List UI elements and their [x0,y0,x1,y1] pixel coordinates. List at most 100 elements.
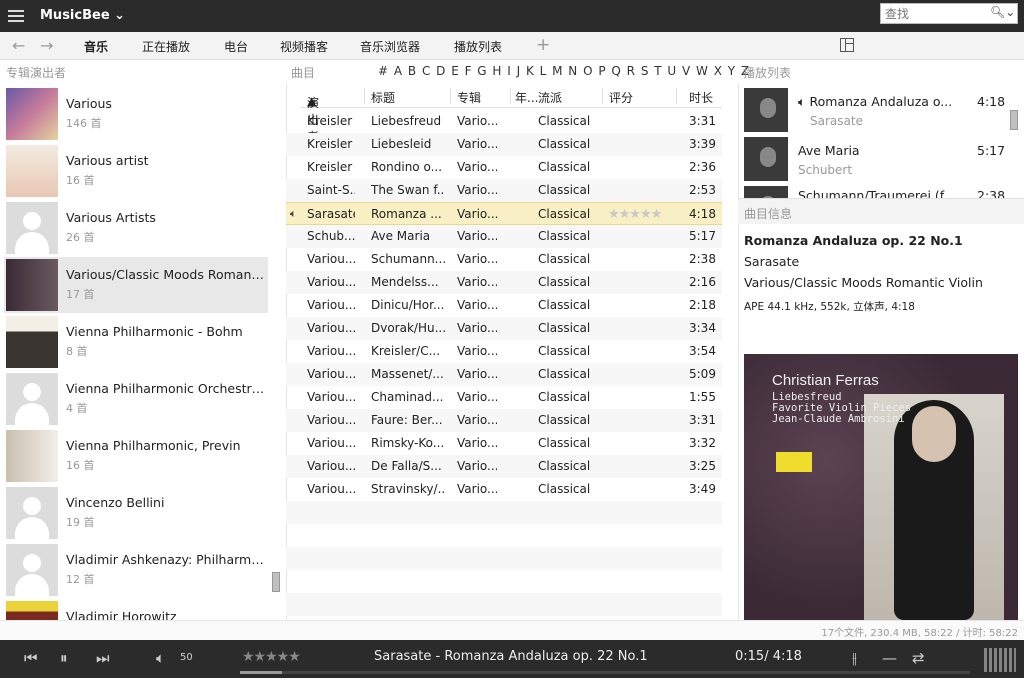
artist-item[interactable]: Various artist 16 首 [4,143,268,199]
table-row[interactable]: Variou... Mendelss... Vario... Classical 2:1… [286,271,722,294]
column-rating[interactable]: 评分 [609,89,633,106]
volume-icon[interactable]: 🔈︎ [156,649,165,667]
table-row[interactable]: Variou... Rimsky-Ko... Vario... Classical 3:… [286,432,722,455]
artist-item[interactable]: Vienna Philharmonic - Bohm 8 首 [4,314,268,370]
playlist-item[interactable]: Ave Maria Schubert 5:17 [744,137,1014,185]
tab-playlists[interactable]: 播放列表 [454,38,502,55]
table-row[interactable] [286,593,722,616]
cell-genre: Classical [538,321,591,335]
artist-item[interactable]: Vienna Philharmonic Orchestra - Solti 4 … [4,371,268,427]
playlist-item-title: 🔈︎ Romanza Andaluza o... [798,94,953,109]
tab-music-browser[interactable]: 音乐浏览器 [360,38,420,55]
column-duration[interactable]: 时长 [689,89,713,106]
cell-album: Vario... [457,367,497,381]
artist-item[interactable]: Vladimir Ashkenazy: Philharmonia Orchest… [4,542,268,598]
table-row[interactable]: Kreisler Liebesfreud Vario... Classical 3:31 [286,110,722,133]
column-genre[interactable]: 流派 [538,89,562,106]
table-row[interactable]: Saint-S... The Swan f... Vario... Classical… [286,179,722,202]
table-row[interactable]: Kreisler Rondino o... Vario... Classical 2:3… [286,156,722,179]
seek-bar[interactable] [240,671,970,674]
cell-title: Rimsky-Ko... [371,436,445,450]
table-row[interactable]: Variou... Dvorak/Hu... Vario... Classical 3:… [286,317,722,340]
cell-artist: Variou... [307,252,355,266]
artist-list-scrollbar[interactable] [272,572,280,592]
table-row[interactable]: Variou... Stravinsky/... Vario... Classical… [286,478,722,501]
cell-genre: Classical [538,390,591,404]
app-title-menu[interactable]: MusicBee ⌄ [40,8,125,23]
table-row-playing[interactable]: 🔈︎ ★★★★★ Sarasate Romanza ... Vario... Classi… [286,202,722,225]
playlist-item-duration: 5:17 [977,143,1006,158]
table-row[interactable]: Schub... Ave Maria Vario... Classical 5:17 [286,225,722,248]
table-row[interactable] [286,547,722,570]
next-icon[interactable]: ⏭︎ [96,649,110,667]
track-count: 16 首 [66,174,95,187]
tab-radio[interactable]: 电台 [224,38,248,55]
cell-genre: Classical [538,275,591,289]
cover-artist: Christian Ferras [772,372,879,389]
equalizer-icon[interactable]: ⫲ [852,649,857,667]
track-count: 12 首 [66,573,95,586]
alphabet-filter[interactable]: # A B C D E F G H I J K L M N O P Q R S … [378,64,750,78]
cell-genre: Classical [538,137,591,151]
forward-arrow-icon[interactable]: → [40,36,53,55]
artist-name: Various Artists [66,210,156,225]
table-row[interactable] [286,501,722,524]
search-icon[interactable]: 🔍︎⌄ [990,5,1015,19]
cell-title: Liebesfreud [371,114,442,128]
cell-duration: 2:36 [689,160,716,174]
table-row[interactable]: Kreisler Liebesleid Vario... Classical 3:39 [286,133,722,156]
playlist-item-artist: Schubert [798,163,853,177]
track-count: 146 首 [66,117,102,130]
cell-duration: 2:16 [689,275,716,289]
cell-album: Vario... [457,252,497,266]
artist-item[interactable]: Various 146 首 [4,86,268,142]
playlist-item-playing[interactable]: 🔈︎ Romanza Andaluza o... Sarasate 4:18 [744,88,1014,136]
column-title[interactable]: 标题 [371,89,395,106]
cell-duration: 4:18 [689,207,716,221]
column-year[interactable]: 年... [515,89,538,106]
playlist-scrollbar[interactable] [1010,110,1018,130]
cell-title: Dvorak/Hu... [371,321,445,335]
artist-name: Vienna Philharmonic - Bohm [66,324,243,339]
cell-duration: 3:49 [689,482,716,496]
volume-level[interactable]: 50 [180,652,193,663]
table-row[interactable]: Variou... Massenet/... Vario... Classical 5:… [286,363,722,386]
track-count: 17 首 [66,288,95,301]
layout-icon[interactable] [840,38,854,52]
table-row[interactable] [286,570,722,593]
tab-now-playing[interactable]: 正在播放 [142,38,190,55]
rating-stars[interactable]: ★★★★★ [242,649,301,665]
cell-duration: 5:17 [689,229,716,243]
table-row[interactable]: Variou... Chaminad... Vario... Classical 1:5… [286,386,722,409]
artist-item[interactable]: Various Artists 26 首 [4,200,268,256]
artist-item[interactable]: Vladimir Horowitz [4,599,268,620]
cell-genre: Classical [538,482,591,496]
album-art-thumb [6,430,58,482]
hamburger-menu-icon[interactable] [8,7,24,23]
artist-item[interactable]: Vienna Philharmonic, Previn 16 首 [4,428,268,484]
artist-item-selected[interactable]: Various/Classic Moods Romantic Violin 17… [4,257,268,313]
cell-album: Vario... [457,137,497,151]
table-row[interactable]: Variou... Kreisler/C... Vario... Classical 3… [286,340,722,363]
column-album[interactable]: 专辑 [457,89,481,106]
table-row[interactable]: Variou... Dinicu/Hor... Vario... Classical 2… [286,294,722,317]
playlist-item[interactable]: Schumann/Traumerei (f... 2:38 [744,186,1014,198]
add-tab-icon[interactable]: + [536,35,550,55]
table-row[interactable]: Variou... Schumann... Vario... Classical 2:3… [286,248,722,271]
track-count: 19 首 [66,516,95,529]
table-row[interactable] [286,524,722,547]
tab-video-podcast[interactable]: 视频播客 [280,38,328,55]
shuffle-repeat-icon[interactable]: ⇄ [912,649,925,667]
back-arrow-icon[interactable]: ← [12,36,25,55]
tab-music[interactable]: 音乐 [84,38,108,55]
track-column-header: 演出者 ▲ 标题 专辑 年... 流派 评分 时长 [300,84,722,144]
pause-icon[interactable]: ⏸︎ [60,649,68,667]
previous-icon[interactable]: ⏮︎ [24,649,38,667]
autodj-icon[interactable]: — [882,649,897,667]
table-row[interactable]: Variou... Faure: Ber... Vario... Classical 3… [286,409,722,432]
artist-item[interactable]: Vincenzo Bellini 19 首 [4,485,268,541]
spectrum-visualizer-icon[interactable] [984,648,1016,672]
table-row[interactable]: Variou... De Falla/S... Vario... Classical 3… [286,455,722,478]
rating-stars[interactable]: ★★★★★ [608,207,661,222]
track-count: 8 首 [66,345,88,358]
